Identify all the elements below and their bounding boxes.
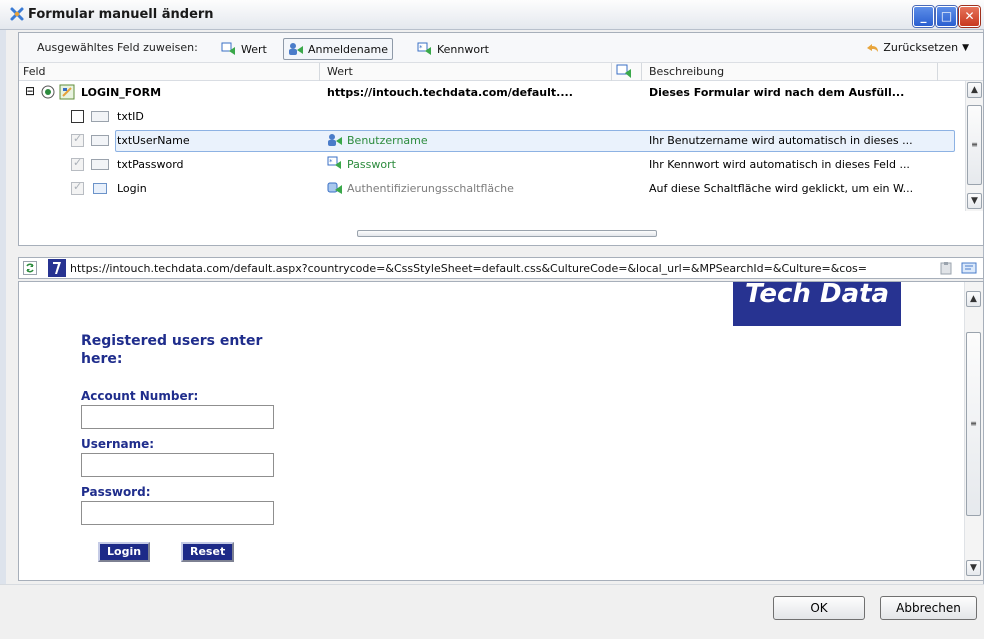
scroll-thumb[interactable]: ≡	[967, 105, 982, 185]
window-title: Formular manuell ändern	[28, 7, 214, 22]
techdata-logo: Tech Data	[733, 282, 901, 326]
field-name: LOGIN_FORM	[81, 86, 162, 99]
column-wert[interactable]: Wert	[327, 65, 353, 78]
password-icon: *	[417, 42, 431, 55]
column-feld[interactable]: Feld	[23, 65, 46, 78]
textbox-icon	[91, 135, 109, 146]
password-input[interactable]	[81, 501, 274, 525]
field-checkbox[interactable]	[71, 132, 84, 147]
tree-row-txtusername[interactable]: txtUserName Benutzername Ihr Benutzernam…	[19, 129, 959, 153]
login-button[interactable]: Login	[98, 542, 151, 562]
dialog-footer: OK Abbrechen	[0, 584, 984, 639]
refresh-icon[interactable]	[23, 261, 37, 275]
assign-kennwort-button[interactable]: * Kennwort	[413, 38, 493, 60]
assign-anmeldename-button[interactable]: Anmeldename	[283, 38, 393, 60]
field-value: https://intouch.techdata.com/default....	[327, 86, 573, 99]
ok-button[interactable]: OK	[773, 596, 865, 620]
radio-selected-icon[interactable]	[41, 85, 55, 99]
username-input[interactable]	[81, 453, 274, 477]
web-page-preview: Tech Data Registered users enter here: A…	[18, 281, 984, 581]
page-vertical-scrollbar[interactable]: ▲ ≡ ▼	[964, 282, 983, 580]
column-header: Feld Wert Beschreibung	[19, 63, 983, 81]
column-beschreibung[interactable]: Beschreibung	[649, 65, 724, 78]
reset-label: Zurücksetzen	[883, 41, 959, 54]
minimize-button[interactable]: _	[913, 6, 934, 27]
url-bar: https://intouch.techdata.com/default.asp…	[18, 257, 984, 279]
scroll-down-icon[interactable]: ▼	[966, 560, 981, 576]
account-number-input[interactable]	[81, 405, 274, 429]
value-icon	[221, 42, 235, 55]
field-checkbox[interactable]	[71, 180, 84, 195]
login-heading-line2: here:	[81, 351, 123, 367]
clipboard-icon[interactable]	[939, 261, 953, 275]
field-list-icon[interactable]	[961, 261, 977, 275]
field-description: Ihr Benutzername wird automatisch in die…	[649, 134, 913, 147]
user-icon	[328, 134, 342, 146]
assign-label: Ausgewähltes Feld zuweisen:	[37, 41, 198, 54]
app-icon	[10, 7, 24, 21]
assign-anmeldename-label: Anmeldename	[308, 42, 388, 56]
scroll-down-icon[interactable]: ▼	[967, 193, 982, 209]
field-description: Auf diese Schaltfläche wird geklickt, um…	[649, 182, 914, 195]
field-name: txtPassword	[117, 158, 184, 171]
field-mapping-panel: Ausgewähltes Feld zuweisen: Wert Anmelde…	[18, 32, 984, 246]
chevron-down-icon: ▼	[962, 42, 969, 53]
svg-text:*: *	[329, 158, 333, 166]
assign-kennwort-label: Kennwort	[437, 42, 489, 56]
assign-toolbar: Ausgewähltes Feld zuweisen: Wert Anmelde…	[19, 33, 983, 63]
value-column-icon[interactable]	[616, 64, 632, 79]
tree-horizontal-scrollbar[interactable]	[357, 230, 657, 237]
field-checkbox[interactable]	[71, 110, 84, 123]
field-name: txtUserName	[117, 134, 190, 147]
form-icon	[59, 84, 75, 100]
tree-vertical-scrollbar[interactable]: ▲ ≡ ▼	[965, 81, 983, 211]
textbox-icon	[91, 111, 109, 122]
tree-row-txtid[interactable]: txtID	[19, 105, 959, 129]
collapse-icon[interactable]: ⊟	[25, 84, 35, 98]
field-value: Authentifizierungsschaltfläche	[347, 182, 514, 195]
svg-text:*: *	[419, 44, 423, 52]
reset-button[interactable]: Reset	[181, 542, 235, 562]
username-label: Username:	[81, 437, 155, 451]
field-description: Ihr Kennwort wird automatisch in dieses …	[649, 158, 910, 171]
login-heading: Registered users enter here:	[81, 332, 262, 368]
password-label: Password:	[81, 485, 151, 499]
password-field-icon	[91, 159, 109, 170]
field-value: Benutzername	[347, 134, 428, 147]
techdata-favicon	[48, 259, 66, 277]
button-field-icon	[93, 183, 107, 194]
auth-button-icon	[327, 182, 342, 194]
tree-row-login-form[interactable]: ⊟ LOGIN_FORM https://intouch.techdata.co…	[19, 81, 959, 105]
login-heading-line1: Registered users enter	[81, 333, 263, 349]
scroll-up-icon[interactable]: ▲	[967, 82, 982, 98]
field-tree: ⊟ LOGIN_FORM https://intouch.techdata.co…	[19, 81, 959, 231]
close-button[interactable]: ✕	[959, 6, 980, 27]
undo-icon	[867, 43, 879, 52]
assign-wert-button[interactable]: Wert	[217, 38, 271, 60]
scroll-up-icon[interactable]: ▲	[966, 291, 981, 307]
password-icon: *	[327, 156, 341, 169]
url-text[interactable]: https://intouch.techdata.com/default.asp…	[70, 262, 867, 275]
user-icon	[289, 43, 303, 55]
maximize-button[interactable]: □	[936, 6, 957, 27]
field-name: Login	[117, 182, 147, 195]
reset-dropdown-button[interactable]: Zurücksetzen ▼	[865, 41, 969, 54]
tree-row-txtpassword[interactable]: txtPassword * Passwort Ihr Kennwort wird…	[19, 153, 959, 177]
assign-wert-label: Wert	[241, 42, 267, 56]
field-value: Passwort	[347, 158, 396, 171]
field-description: Dieses Formular wird nach dem Ausfüll...	[649, 86, 905, 99]
field-name: txtID	[117, 110, 144, 123]
cancel-button[interactable]: Abbrechen	[880, 596, 977, 620]
account-number-label: Account Number:	[81, 389, 199, 403]
tree-row-login[interactable]: Login Authentifizierungsschaltfläche Auf…	[19, 177, 959, 201]
title-bar: Formular manuell ändern _ □ ✕	[0, 0, 984, 30]
scroll-thumb[interactable]: ≡	[966, 332, 981, 516]
field-checkbox[interactable]	[71, 156, 84, 171]
